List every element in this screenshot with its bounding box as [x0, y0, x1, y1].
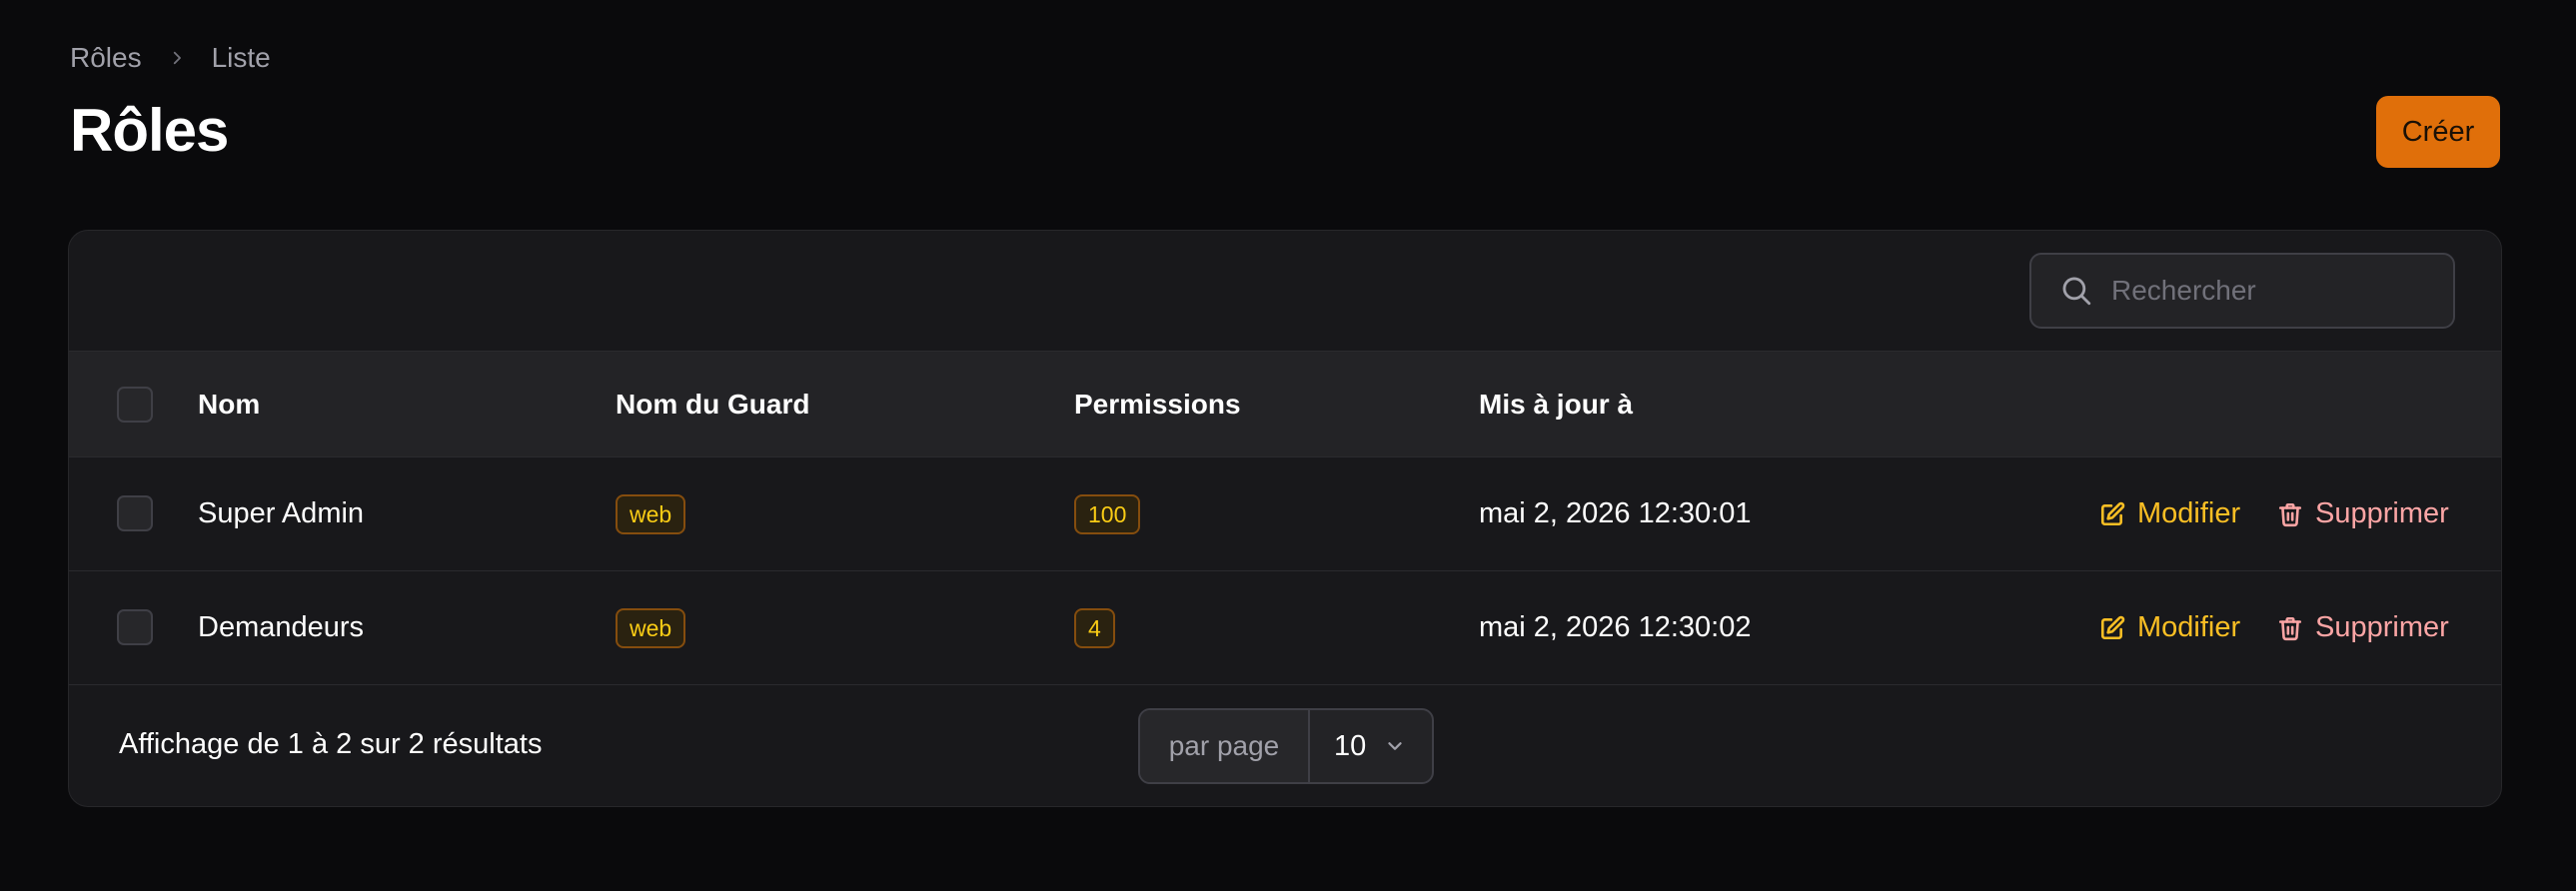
create-button[interactable]: Créer [2376, 96, 2500, 168]
edit-icon [2099, 615, 2125, 641]
guard-badge: web [616, 608, 686, 648]
search-box[interactable] [2029, 253, 2455, 329]
updated-at: mai 2, 2026 12:30:02 [1479, 611, 1752, 643]
chevron-down-icon [1384, 735, 1406, 757]
trash-icon [2277, 501, 2303, 527]
select-all-checkbox[interactable] [117, 387, 153, 423]
results-summary: Affichage de 1 à 2 sur 2 résultats [119, 728, 543, 760]
column-header-name[interactable]: Nom [198, 389, 260, 421]
delete-label: Supprimer [2315, 497, 2449, 529]
role-name: Super Admin [198, 497, 365, 529]
table-footer: Affichage de 1 à 2 sur 2 résultats par p… [69, 685, 2501, 806]
permissions-count-badge: 4 [1074, 608, 1115, 648]
edit-icon [2099, 501, 2125, 527]
search-icon [2059, 274, 2093, 308]
table-row[interactable]: Demandeurs web 4 mai 2, 2026 12:30:02 Mo… [69, 571, 2501, 685]
guard-badge: web [616, 494, 686, 534]
permissions-count-badge: 100 [1074, 494, 1141, 534]
per-page-label: par page [1140, 710, 1310, 782]
column-header-guard[interactable]: Nom du Guard [616, 389, 809, 421]
delete-button[interactable]: Supprimer [2277, 611, 2449, 644]
per-page-dropdown[interactable]: 10 [1310, 710, 1432, 782]
edit-label: Modifier [2137, 497, 2241, 529]
search-input[interactable] [2111, 275, 2411, 307]
delete-button[interactable]: Supprimer [2277, 497, 2449, 530]
breadcrumb-item-list: Liste [211, 42, 271, 73]
table-header: Nom Nom du Guard Permissions Mis à jour … [69, 352, 2501, 457]
roles-table-card: Nom Nom du Guard Permissions Mis à jour … [68, 230, 2502, 807]
role-name: Demandeurs [198, 611, 365, 643]
updated-at: mai 2, 2026 12:30:01 [1479, 497, 1752, 529]
delete-label: Supprimer [2315, 611, 2449, 643]
breadcrumb: Rôles Liste [70, 42, 271, 74]
table-toolbar [69, 231, 2501, 352]
chevron-right-icon [168, 49, 186, 67]
edit-button[interactable]: Modifier [2099, 611, 2240, 644]
edit-button[interactable]: Modifier [2099, 497, 2240, 530]
column-header-permissions[interactable]: Permissions [1074, 389, 1241, 421]
per-page-value: 10 [1334, 729, 1367, 762]
per-page-select[interactable]: par page 10 [1138, 708, 1434, 784]
page-title: Rôles [70, 97, 229, 164]
column-header-updated[interactable]: Mis à jour à [1479, 389, 1633, 421]
edit-label: Modifier [2137, 611, 2241, 643]
breadcrumb-item-roles[interactable]: Rôles [70, 42, 142, 74]
row-checkbox[interactable] [117, 495, 153, 531]
trash-icon [2277, 615, 2303, 641]
table-row[interactable]: Super Admin web 100 mai 2, 2026 12:30:01… [69, 457, 2501, 571]
row-checkbox[interactable] [117, 609, 153, 645]
